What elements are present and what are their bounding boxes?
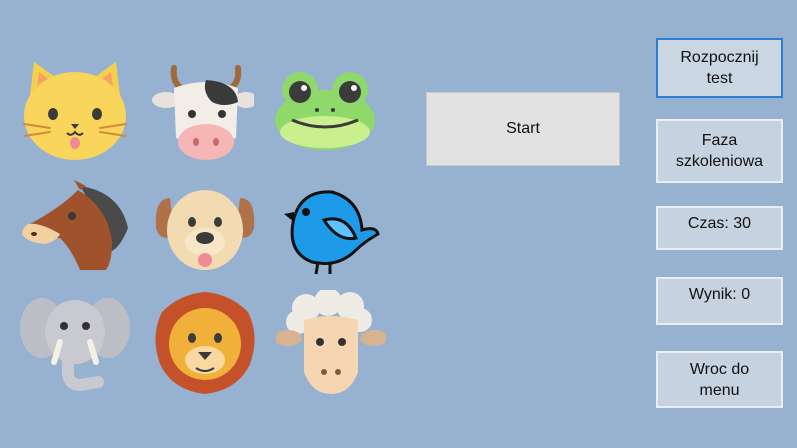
dog-icon[interactable] (150, 178, 260, 288)
elephant-icon[interactable] (20, 292, 130, 402)
back-to-menu-button[interactable]: Wroc do menu (656, 351, 783, 408)
sheep-icon[interactable] (276, 290, 386, 400)
frog-icon[interactable] (270, 58, 380, 168)
lion-icon[interactable] (150, 290, 260, 400)
cat-icon[interactable] (20, 54, 130, 164)
horse-icon[interactable] (20, 178, 130, 288)
start-test-button[interactable]: Rozpocznij test (656, 38, 783, 98)
start-button[interactable]: Start (426, 92, 620, 166)
bird-icon[interactable] (272, 178, 382, 288)
score-label: Wynik: 0 (656, 277, 783, 325)
training-phase-button[interactable]: Faza szkoleniowa (656, 119, 783, 183)
cow-icon[interactable] (144, 58, 254, 168)
time-label: Czas: 30 (656, 206, 783, 250)
